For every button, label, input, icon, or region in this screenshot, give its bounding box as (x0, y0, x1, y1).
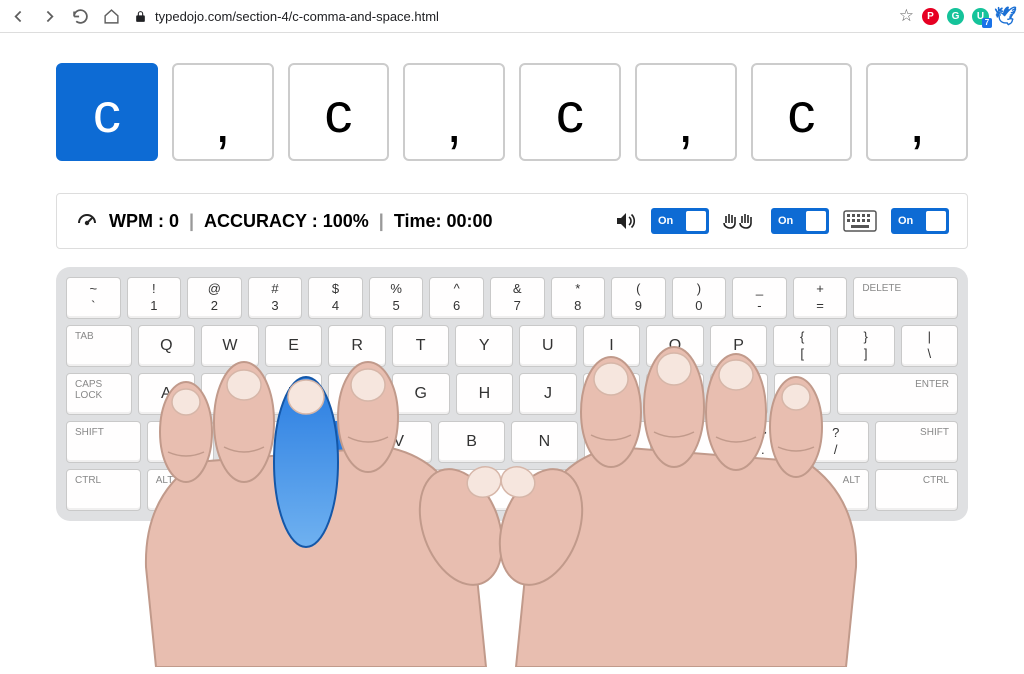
extension-icons: ☆ P G U7 🕊 (899, 6, 1014, 26)
wpm-stat: WPM : 0 (109, 211, 179, 232)
key-2[interactable]: @2 (187, 277, 242, 319)
char-tile: c (288, 63, 390, 161)
lock-icon (134, 10, 147, 23)
key-ctrl-left[interactable]: CTRL (66, 469, 141, 511)
key-cmd-left[interactable]: CMD (227, 469, 311, 511)
key-s[interactable]: S (201, 373, 259, 415)
sound-icon (613, 209, 637, 233)
key-n[interactable]: N (511, 421, 578, 463)
key-1[interactable]: !1 (127, 277, 182, 319)
key-e[interactable]: E (265, 325, 323, 367)
key-t[interactable]: T (392, 325, 450, 367)
key-m[interactable]: M (584, 421, 651, 463)
key-][interactable]: }] (837, 325, 895, 367)
key-7[interactable]: &7 (490, 277, 545, 319)
keyboard-icon (843, 210, 877, 232)
char-tile: , (866, 63, 968, 161)
key-p[interactable]: P (710, 325, 768, 367)
key-.[interactable]: >. (729, 421, 796, 463)
key-cmd-right[interactable]: CMD (688, 469, 780, 511)
stats-bar: WPM : 0 | ACCURACY : 100% | Time: 00:00 … (56, 193, 968, 249)
key-u[interactable]: U (519, 325, 577, 367)
char-tile: , (635, 63, 737, 161)
key-3[interactable]: #3 (248, 277, 303, 319)
key-[[interactable]: {[ (773, 325, 831, 367)
bookmark-star-icon[interactable]: ☆ (899, 6, 914, 26)
keyboard-toggle[interactable]: On (891, 208, 949, 234)
grammarly-icon[interactable]: G (947, 8, 964, 25)
key-`[interactable]: ~` (66, 277, 121, 319)
key-5[interactable]: %5 (369, 277, 424, 319)
hands-icon (723, 209, 757, 233)
browser-toolbar: typedojo.com/section-4/c-comma-and-space… (0, 0, 1024, 33)
key-,[interactable]: <, (657, 421, 724, 463)
key-=[interactable]: += (793, 277, 848, 319)
ext-icon-g2[interactable]: U7 (972, 8, 989, 25)
key-f[interactable]: F (328, 373, 386, 415)
key-i[interactable]: I (583, 325, 641, 367)
key-b[interactable]: B (438, 421, 505, 463)
sound-toggle[interactable]: On (651, 208, 709, 234)
back-icon[interactable] (10, 8, 27, 25)
key-delete[interactable]: DELETE (853, 277, 958, 319)
forward-icon[interactable] (41, 8, 58, 25)
key-d[interactable]: D (265, 373, 323, 415)
key-v[interactable]: V (365, 421, 432, 463)
key-o[interactable]: O (646, 325, 704, 367)
char-tile: c (751, 63, 853, 161)
character-sequence: c , c , c , c , (56, 63, 968, 161)
key-shift-right[interactable]: SHIFT (875, 421, 958, 463)
virtual-keyboard: ~`!1@2#3$4%5^6&7*8(9)0_-+=DELETE TABQWER… (56, 267, 968, 521)
key-enter[interactable]: ENTER (837, 373, 958, 415)
key-w[interactable]: W (201, 325, 259, 367)
char-tile: c (56, 63, 158, 161)
key--[interactable]: _- (732, 277, 787, 319)
key-9[interactable]: (9 (611, 277, 666, 319)
speedometer-icon (75, 209, 99, 233)
key-h[interactable]: H (456, 373, 514, 415)
key-ctrl-right[interactable]: CTRL (875, 469, 958, 511)
url-text[interactable]: typedojo.com/section-4/c-comma-and-space… (155, 9, 439, 24)
key-g[interactable]: G (392, 373, 450, 415)
key-x[interactable]: X (220, 421, 287, 463)
reload-icon[interactable] (72, 8, 89, 25)
key-a[interactable]: A (138, 373, 196, 415)
ext-icon-bird[interactable]: 🕊 (997, 8, 1014, 25)
key-alt-left[interactable]: ALT (147, 469, 222, 511)
key-alt-right[interactable]: ALT (787, 469, 870, 511)
key-c[interactable]: C (292, 421, 359, 463)
key-;[interactable]: :; (710, 373, 768, 415)
key-space[interactable] (318, 469, 682, 511)
key-tab[interactable]: TAB (66, 325, 132, 367)
key-/[interactable]: ?/ (802, 421, 869, 463)
char-tile: c (519, 63, 621, 161)
key-8[interactable]: *8 (551, 277, 606, 319)
key-y[interactable]: Y (455, 325, 513, 367)
accuracy-stat: ACCURACY : 100% (204, 211, 369, 232)
key-capslock[interactable]: CAPS LOCK (66, 373, 132, 415)
key-q[interactable]: Q (138, 325, 196, 367)
key-4[interactable]: $4 (308, 277, 363, 319)
key-r[interactable]: R (328, 325, 386, 367)
key-l[interactable]: L (646, 373, 704, 415)
key-z[interactable]: Z (147, 421, 214, 463)
char-tile: , (403, 63, 505, 161)
key-k[interactable]: K (583, 373, 641, 415)
key-0[interactable]: )0 (672, 277, 727, 319)
hands-toggle[interactable]: On (771, 208, 829, 234)
key-\[interactable]: |\ (901, 325, 959, 367)
key-j[interactable]: J (519, 373, 577, 415)
time-stat: Time: 00:00 (394, 211, 493, 232)
key-'[interactable]: "' (774, 373, 832, 415)
home-icon[interactable] (103, 8, 120, 25)
key-6[interactable]: ^6 (429, 277, 484, 319)
pinterest-icon[interactable]: P (922, 8, 939, 25)
key-shift-left[interactable]: SHIFT (66, 421, 141, 463)
char-tile: , (172, 63, 274, 161)
